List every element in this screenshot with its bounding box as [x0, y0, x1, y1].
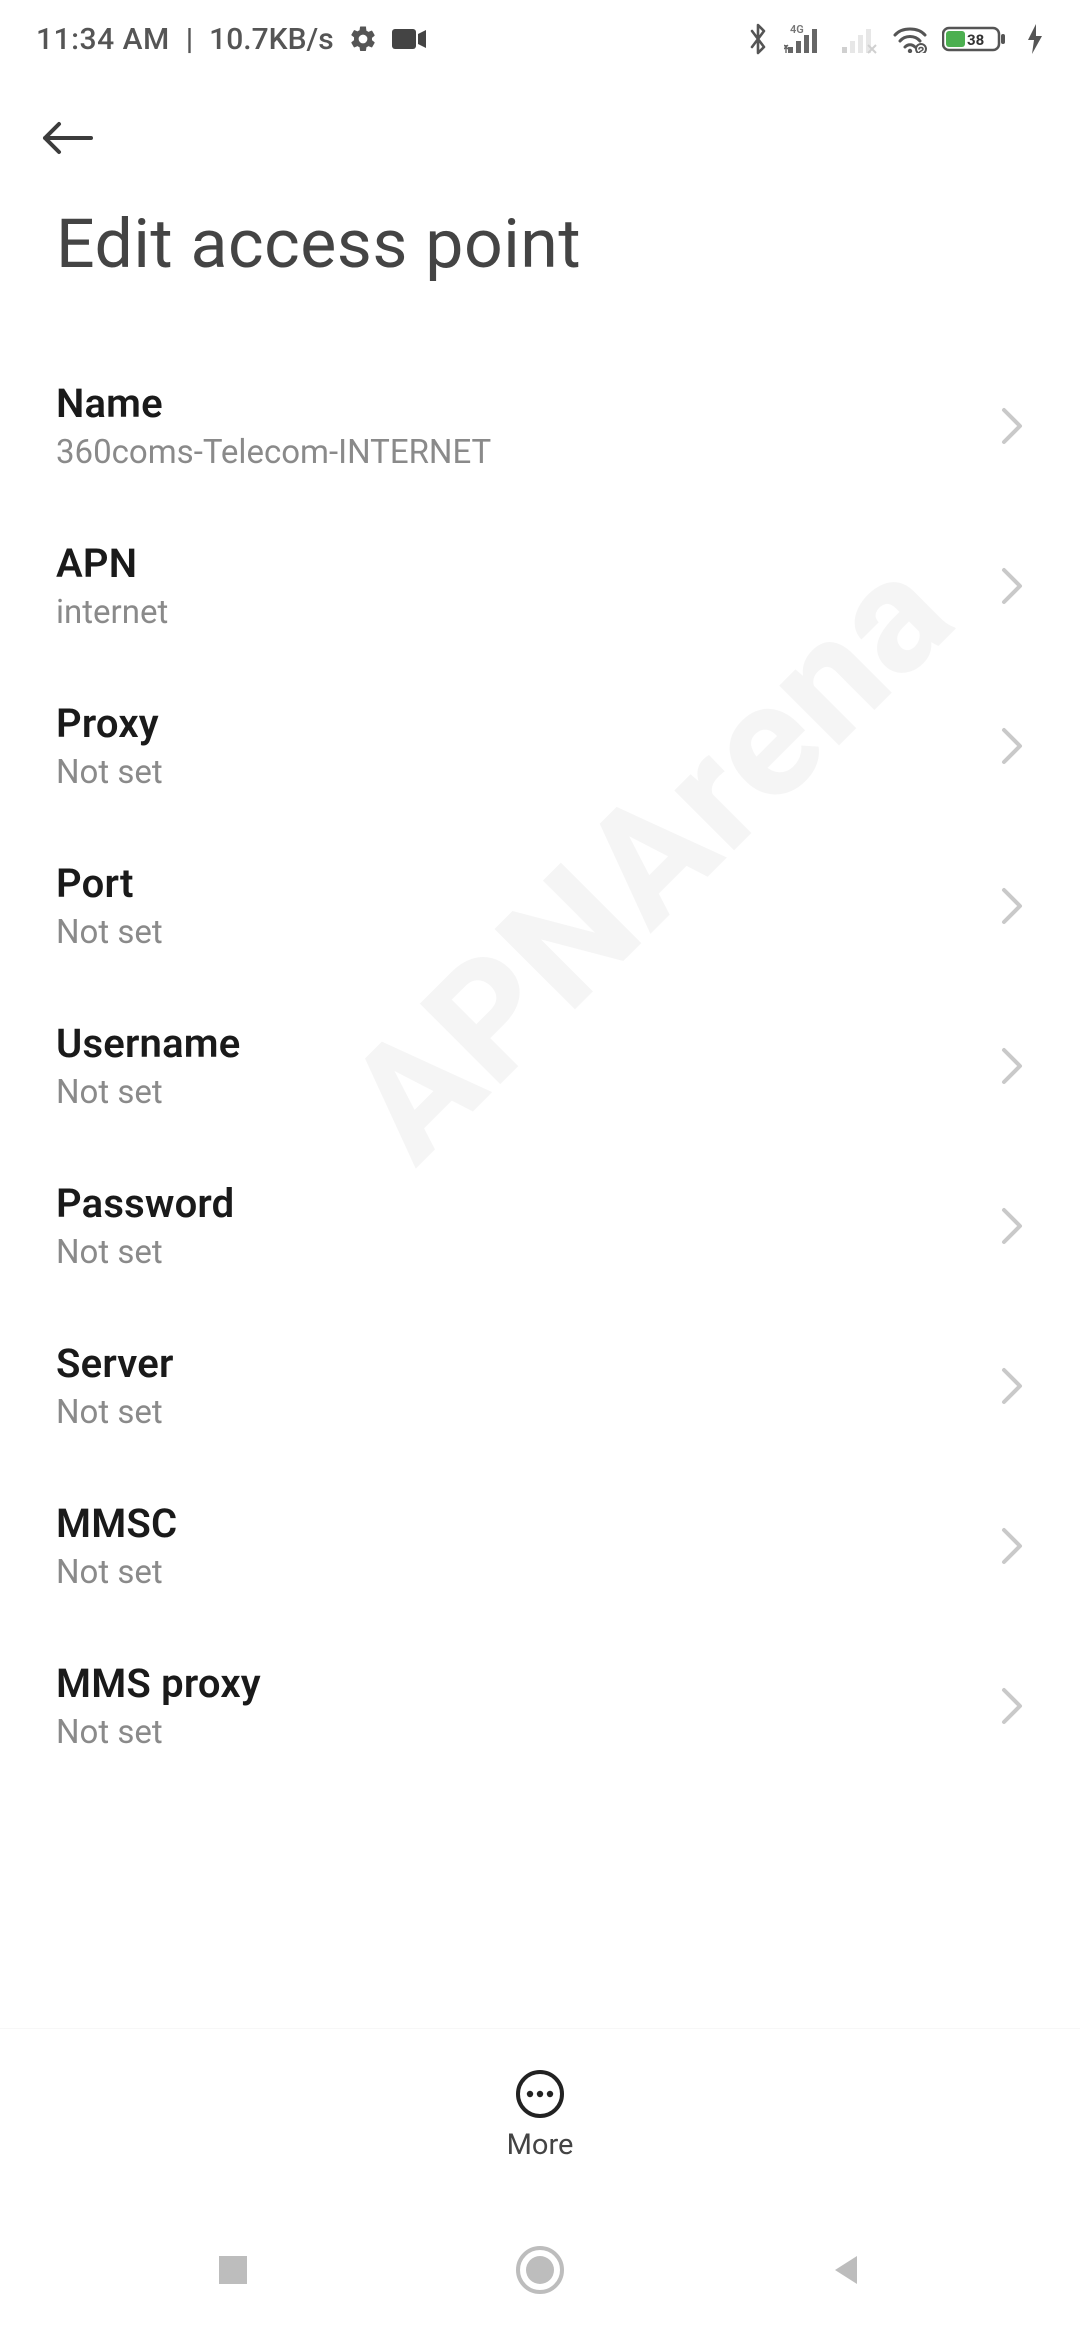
row-mmsc[interactable]: MMSC Not set [0, 1466, 1080, 1626]
chevron-right-icon [998, 724, 1026, 768]
row-title: Port [56, 860, 163, 907]
chevron-right-icon [998, 404, 1026, 448]
row-proxy[interactable]: Proxy Not set [0, 666, 1080, 826]
circle-icon [514, 2244, 566, 2296]
app-bar [0, 78, 1080, 198]
battery-percent-text: 38 [967, 31, 984, 49]
camera-icon [392, 27, 426, 51]
more-button[interactable]: More [507, 2068, 574, 2162]
square-icon [213, 2250, 253, 2290]
row-name[interactable]: Name 360coms-Telecom-INTERNET [0, 346, 1080, 506]
row-value: Not set [56, 1393, 174, 1432]
row-value: Not set [56, 1073, 240, 1112]
row-title: Username [56, 1020, 240, 1067]
chevron-right-icon [998, 1204, 1026, 1248]
page-title: Edit access point [0, 198, 1080, 324]
row-title: APN [56, 540, 168, 587]
chevron-right-icon [998, 1044, 1026, 1088]
row-value: Not set [56, 1233, 234, 1272]
back-button[interactable] [28, 98, 108, 178]
chevron-right-icon [998, 1684, 1026, 1728]
chevron-right-icon [998, 1524, 1026, 1568]
status-network-rate: 10.7KB/s [209, 22, 334, 57]
row-title: Name [56, 380, 491, 427]
system-navigation-bar [0, 2200, 1080, 2340]
row-mms-proxy[interactable]: MMS proxy Not set [0, 1626, 1080, 1752]
row-title: MMSC [56, 1500, 177, 1547]
nav-back-button[interactable] [815, 2238, 879, 2302]
row-title: MMS proxy [56, 1660, 261, 1707]
bluetooth-icon [746, 22, 770, 56]
settings-list: APNArena Name 360coms-Telecom-INTERNET A… [0, 324, 1080, 2028]
row-server[interactable]: Server Not set [0, 1306, 1080, 1466]
status-bar: 11:34 AM | 10.7KB/s 4G [0, 0, 1080, 78]
chevron-right-icon [998, 564, 1026, 608]
row-title: Proxy [56, 700, 163, 747]
svg-text:4G: 4G [790, 23, 804, 36]
charging-icon [1026, 24, 1044, 54]
signal-nosim-icon [838, 23, 878, 55]
nav-recents-button[interactable] [201, 2238, 265, 2302]
nav-home-button[interactable] [508, 2238, 572, 2302]
screen: 11:34 AM | 10.7KB/s 4G [0, 0, 1080, 2340]
more-label: More [507, 2128, 574, 2162]
battery-icon: 38 [942, 24, 1012, 54]
chevron-right-icon [998, 884, 1026, 928]
row-password[interactable]: Password Not set [0, 1146, 1080, 1306]
row-port[interactable]: Port Not set [0, 826, 1080, 986]
row-value: Not set [56, 753, 163, 792]
row-apn[interactable]: APN internet [0, 506, 1080, 666]
signal-4g-icon: 4G [784, 23, 824, 55]
status-bar-left: 11:34 AM | 10.7KB/s [36, 22, 426, 57]
triangle-left-icon [827, 2250, 867, 2290]
status-bar-right: 4G [746, 22, 1044, 56]
more-icon [514, 2068, 566, 2120]
bottom-actions: More [0, 2028, 1080, 2200]
status-time: 11:34 AM [36, 22, 170, 57]
row-value: 360coms-Telecom-INTERNET [56, 433, 491, 472]
row-value: Not set [56, 913, 163, 952]
wifi-icon [892, 25, 928, 53]
row-value: Not set [56, 1713, 261, 1752]
row-username[interactable]: Username Not set [0, 986, 1080, 1146]
row-title: Password [56, 1180, 234, 1227]
row-value: Not set [56, 1553, 177, 1592]
status-sep: | [186, 22, 193, 57]
row-value: internet [56, 593, 168, 632]
chevron-right-icon [998, 1364, 1026, 1408]
gear-icon [348, 24, 378, 54]
back-arrow-icon [37, 118, 99, 158]
row-title: Server [56, 1340, 174, 1387]
